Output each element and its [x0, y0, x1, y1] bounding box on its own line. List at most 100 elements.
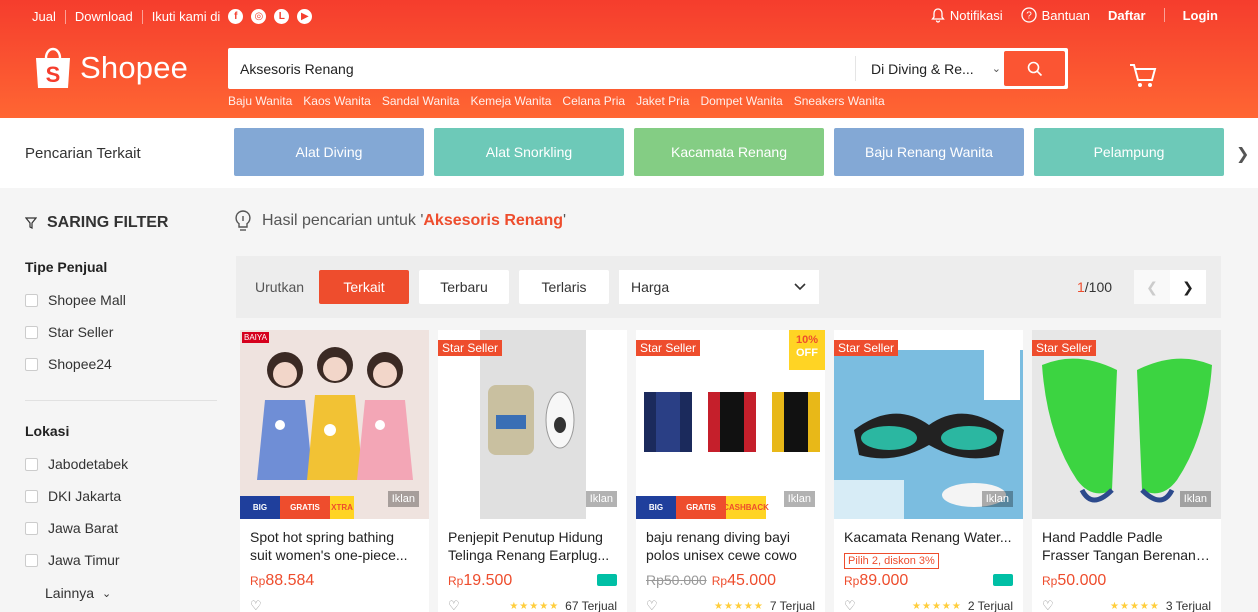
- currency: Rp: [844, 574, 860, 588]
- product-card[interactable]: BAIYA BIG GRATIS XTRA Iklan Spot hot sprin…: [240, 330, 429, 612]
- search-button[interactable]: [1004, 51, 1065, 86]
- checkbox-jawa-barat[interactable]: Jawa Barat: [25, 520, 118, 536]
- suggestion-link[interactable]: Sandal Wanita: [382, 94, 460, 108]
- shopee-logo[interactable]: S Shopee: [34, 46, 188, 90]
- sold-count: 3 Terjual: [1165, 599, 1211, 612]
- prev-page-button[interactable]: ❮: [1134, 270, 1170, 304]
- sort-relevance-button[interactable]: Terkait: [319, 270, 409, 304]
- svg-text:?: ?: [1026, 11, 1032, 22]
- checkbox[interactable]: [25, 325, 38, 339]
- social-links: f ◎ L ▶: [228, 9, 313, 24]
- checkbox[interactable]: [25, 357, 38, 371]
- youtube-icon[interactable]: ▶: [297, 9, 313, 24]
- product-card[interactable]: Star Seller Iklan Hand Paddle Padle Fras…: [1032, 330, 1221, 612]
- suggestion-link[interactable]: Kemeja Wanita: [470, 94, 551, 108]
- heart-icon[interactable]: ♡: [448, 598, 460, 612]
- facebook-icon[interactable]: f: [228, 9, 244, 24]
- price-select-label: Harga: [631, 279, 670, 295]
- help-icon: ?: [1020, 7, 1037, 23]
- chevron-down-icon: ⌄: [102, 587, 112, 600]
- help-label: Bantuan: [1041, 7, 1091, 23]
- sold-count: 7 Terjual: [769, 599, 815, 612]
- related-label: Pencarian Terkait: [25, 145, 141, 162]
- checkbox-label: DKI Jakarta: [48, 488, 122, 504]
- star-seller-badge: Star Seller: [636, 340, 701, 356]
- store-badge: BAIYA: [242, 332, 269, 343]
- related-chip[interactable]: Alat Diving: [234, 128, 424, 176]
- checkbox-star-seller[interactable]: Star Seller: [25, 324, 113, 340]
- price-value: 50.000: [1057, 572, 1107, 589]
- next-page-button[interactable]: ❯: [1170, 270, 1206, 304]
- heart-icon[interactable]: ♡: [646, 598, 658, 612]
- chip-label: Alat Diving: [295, 144, 363, 160]
- sort-top-sales-button[interactable]: Terlaris: [519, 270, 609, 304]
- suggestion-link[interactable]: Baju Wanita: [228, 94, 292, 108]
- product-name: Penjepit Penutup Hidung Telinga Renang E…: [448, 529, 610, 563]
- product-price: Rp88.584: [250, 572, 314, 590]
- checkbox-label: Shopee24: [48, 356, 112, 372]
- product-price: Rp50.000 Rp45.000: [646, 572, 776, 590]
- checkbox-jabodetabek[interactable]: Jabodetabek: [25, 456, 128, 472]
- more-label: Lainnya: [45, 585, 95, 601]
- checkbox-dki-jakarta[interactable]: DKI Jakarta: [25, 488, 121, 504]
- sell-link[interactable]: Jual: [32, 9, 56, 24]
- suggestion-link[interactable]: Celana Pria: [562, 94, 625, 108]
- related-searches: Pencarian Terkait Alat Diving Alat Snork…: [0, 118, 1258, 188]
- login-link[interactable]: Login: [1183, 8, 1218, 23]
- top-bar: Jual Download Ikuti kami di f ◎ L ▶ Noti…: [0, 0, 1258, 34]
- chevron-right-icon[interactable]: ❯: [1236, 144, 1249, 164]
- signup-link[interactable]: Daftar: [1108, 8, 1146, 23]
- suggestion-link[interactable]: Sneakers Wanita: [794, 94, 885, 108]
- checkbox[interactable]: [25, 553, 38, 567]
- sort-price-select[interactable]: Harga: [619, 270, 819, 304]
- product-card[interactable]: Star Seller 10% OFF BIG GRATIS CASHBACK Ikl…: [636, 330, 825, 612]
- download-link[interactable]: Download: [75, 9, 133, 24]
- suggestion-link[interactable]: Kaos Wanita: [303, 94, 371, 108]
- checkbox-shopee24[interactable]: Shopee24: [25, 356, 112, 372]
- related-chip[interactable]: Baju Renang Wanita: [834, 128, 1024, 176]
- help-link[interactable]: ? Bantuan: [1020, 7, 1091, 23]
- rating-stars-icon: ★★★★★: [912, 600, 962, 612]
- suggestion-link[interactable]: Jaket Pria: [636, 94, 689, 108]
- checkbox[interactable]: [25, 489, 38, 503]
- heart-icon[interactable]: ♡: [1042, 598, 1054, 612]
- more-locations-button[interactable]: Lainnya ⌄: [45, 585, 111, 601]
- search-icon: [1027, 61, 1042, 76]
- related-chip[interactable]: Kacamata Renang: [634, 128, 824, 176]
- heart-icon[interactable]: ♡: [250, 598, 262, 612]
- star-seller-badge: Star Seller: [834, 340, 899, 356]
- sort-latest-button[interactable]: Terbaru: [419, 270, 509, 304]
- filter-title-label: SARING FILTER: [47, 214, 169, 231]
- product-price: Rp19.500: [448, 572, 512, 590]
- cart-icon[interactable]: [1128, 62, 1158, 90]
- product-meta: ♡ ★★★★★ 7 Terjual: [646, 598, 815, 612]
- checkbox[interactable]: [25, 293, 38, 307]
- suggestion-link[interactable]: Dompet Wanita: [700, 94, 782, 108]
- page-indicator: 1/100: [1077, 279, 1112, 295]
- ad-label: Iklan: [981, 491, 1013, 507]
- search-scope-select[interactable]: Di Diving & Re... ⌄: [855, 56, 1005, 81]
- svg-text:S: S: [46, 62, 61, 87]
- related-chip[interactable]: Alat Snorkling: [434, 128, 624, 176]
- checkbox-jawa-timur[interactable]: Jawa Timur: [25, 552, 120, 568]
- search-input[interactable]: [240, 58, 840, 80]
- product-name: baju renang diving bayi polos unisex cew…: [646, 529, 797, 563]
- star-seller-badge: Star Seller: [438, 340, 503, 356]
- free-shipping-icon: [597, 574, 617, 586]
- line-icon[interactable]: L: [274, 9, 290, 24]
- checkbox-label: Jabodetabek: [48, 456, 129, 472]
- page-total: /100: [1084, 279, 1113, 295]
- product-card[interactable]: Star Seller Iklan Penjepit Penutup Hidun…: [438, 330, 627, 612]
- checkbox[interactable]: [25, 521, 38, 535]
- lightbulb-icon: [235, 210, 251, 231]
- instagram-icon[interactable]: ◎: [251, 9, 267, 24]
- related-chip[interactable]: Pelampung: [1034, 128, 1224, 176]
- search-scope-label: Di Diving & Re...: [871, 60, 974, 77]
- star-seller-badge: Star Seller: [1032, 340, 1097, 356]
- notification-link[interactable]: Notifikasi: [931, 8, 1003, 23]
- checkbox[interactable]: [25, 457, 38, 471]
- heart-icon[interactable]: ♡: [844, 598, 856, 612]
- currency: Rp: [1042, 574, 1058, 588]
- checkbox-shopee-mall[interactable]: Shopee Mall: [25, 292, 126, 308]
- product-card[interactable]: Star Seller Iklan Kacamata Renang Water.…: [834, 330, 1023, 612]
